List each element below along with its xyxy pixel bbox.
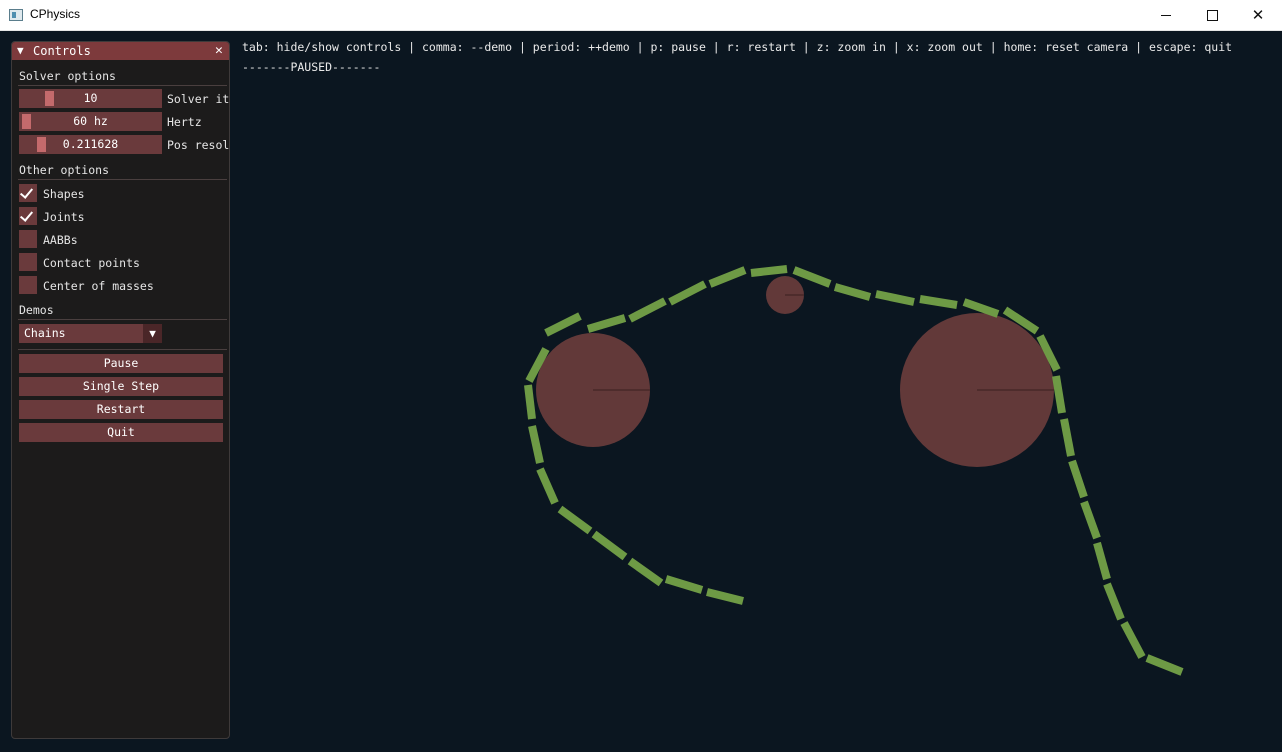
window-titlebar: CPhysics ✕ [0,0,1282,31]
chain-link [528,425,544,464]
demo-select-value: Chains [24,326,66,340]
chain-link [586,314,627,333]
divider [18,319,227,320]
chain-link [1093,541,1111,581]
divider [18,179,227,180]
app-icon [9,9,23,21]
shapes-checkbox[interactable] [19,184,37,202]
close-icon: ✕ [1251,6,1265,24]
contact-points-checkbox[interactable] [19,253,37,271]
controls-header[interactable]: ▼ Controls ✕ [12,42,229,60]
demos-heading: Demos [19,303,54,317]
slider-label: Pos resol [167,138,230,152]
chain-link [1060,418,1075,457]
solver-iterations-slider[interactable]: 10 [19,89,162,108]
checkbox-label: Contact points [43,256,140,270]
minimize-button[interactable] [1143,0,1189,31]
chain-link [1120,621,1146,659]
chain-link [875,290,915,306]
chain-link [1145,654,1184,676]
joints-checkbox[interactable] [19,207,37,225]
slider-label: Hertz [167,115,202,129]
simulation-viewport[interactable]: tab: hide/show controls | comma: --demo … [0,31,1282,752]
chain-link [536,467,559,505]
pause-button[interactable]: Pause [19,354,223,373]
checkbox-label: Shapes [43,187,85,201]
controls-title: Controls [33,44,91,58]
close-window-button[interactable]: ✕ [1235,0,1281,31]
other-options-heading: Other options [19,163,110,177]
chain-link [833,283,872,301]
chevron-down-icon[interactable]: ▼ [143,324,162,343]
checkbox-label: AABBs [43,233,78,247]
paused-status: -------PAUSED------- [242,60,381,74]
chain-link [706,588,744,605]
chain-link [1103,582,1125,621]
divider [18,349,227,350]
chain-link [627,557,664,587]
controls-panel: ▼ Controls ✕ Solver options 10 Solver it… [11,41,230,739]
chain-link [557,505,593,535]
center-of-masses-checkbox[interactable] [19,276,37,294]
chain-link [962,298,1000,318]
chain-link [750,265,788,277]
key-hints: tab: hide/show controls | comma: --demo … [242,40,1233,54]
chain-link [1080,500,1101,540]
chain-link [544,312,582,337]
chain [524,265,1184,676]
position-resolution-slider[interactable]: 0.211628 [19,135,162,154]
minimize-icon [1161,15,1171,16]
slider-value: 60 hz [73,114,108,128]
chain-link [708,266,747,288]
chain-link [792,266,832,288]
demo-select[interactable]: Chains ▼ [19,324,162,343]
chain-link [628,297,667,323]
chain-link [1068,459,1088,499]
restart-button[interactable]: Restart [19,400,223,419]
hertz-slider[interactable]: 60 hz [19,112,162,131]
maximize-button[interactable] [1189,0,1235,31]
chain-link [668,280,707,306]
maximize-icon [1206,10,1218,21]
checkbox-label: Center of masses [43,279,154,293]
solver-options-heading: Solver options [19,69,116,83]
chain-link [591,530,628,561]
collapse-triangle-icon[interactable]: ▼ [17,44,24,57]
checkbox-label: Joints [43,210,85,224]
slider-value: 0.211628 [62,137,119,151]
quit-button[interactable]: Quit [19,423,223,442]
slider-label: Solver it [167,92,230,106]
chain-link [664,575,704,594]
chain-link [1052,375,1066,414]
single-step-button[interactable]: Single Step [19,377,223,396]
divider [18,85,227,86]
close-icon[interactable]: ✕ [215,43,223,58]
window-title: CPhysics [30,7,81,21]
slider-value: 10 [83,91,98,105]
chain-link [524,384,536,420]
chain-link [919,295,958,309]
aabbs-checkbox[interactable] [19,230,37,248]
